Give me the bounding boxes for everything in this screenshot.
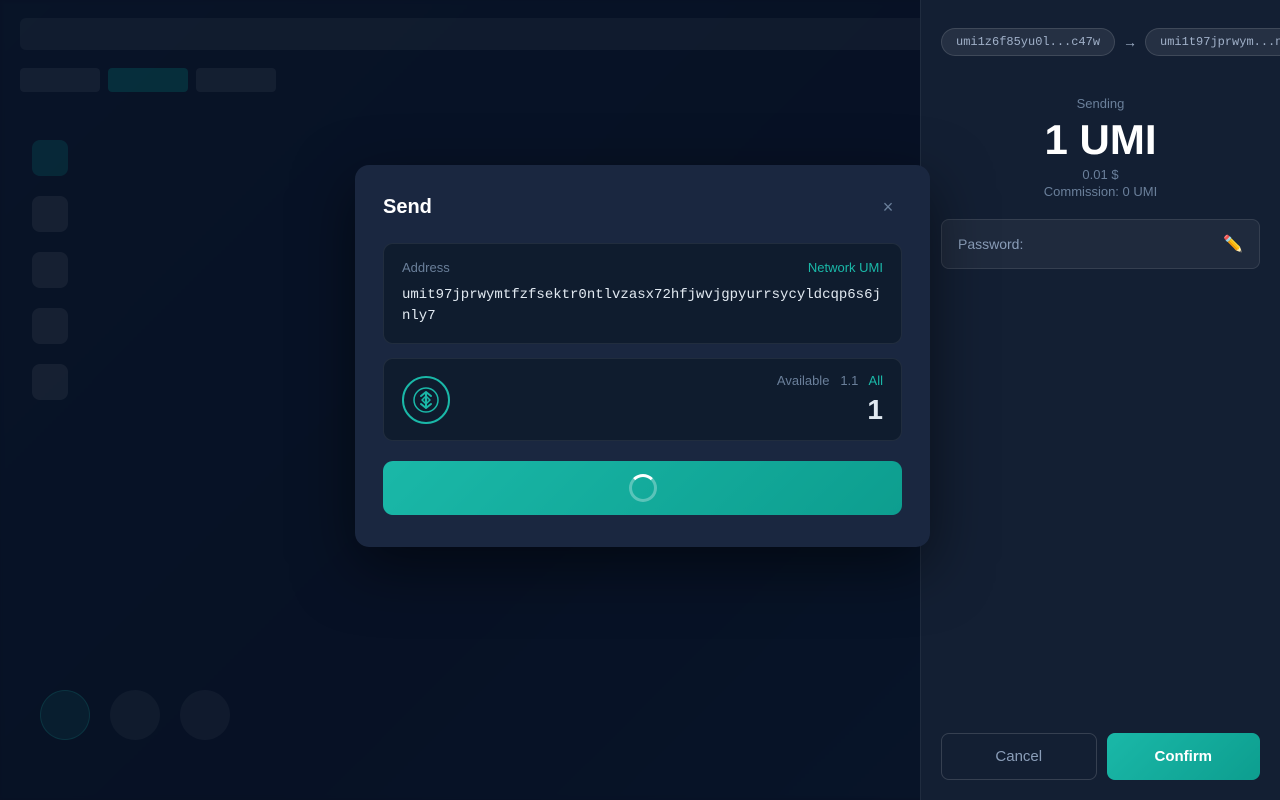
address-value: umit97jprwymtfzfsektr0ntlvzasx72hfjwvjgp…	[402, 285, 883, 327]
amount-value: 1	[464, 394, 883, 426]
bg-icon-1	[32, 140, 68, 176]
sending-amount: 1 UMI	[941, 117, 1260, 163]
bg-tab-1	[20, 68, 100, 92]
sending-label: Sending	[941, 96, 1260, 111]
available-all-button[interactable]: All	[869, 373, 883, 388]
bg-icon-2	[32, 196, 68, 232]
address-field-header: Address Network UMI	[402, 260, 883, 275]
action-buttons: Cancel Confirm	[921, 733, 1280, 800]
bg-left-panel	[20, 120, 80, 700]
bg-tab-3	[196, 68, 276, 92]
password-section: Password: ✏️	[921, 219, 1280, 289]
amount-right: Available 1.1 All 1	[464, 373, 883, 426]
bg-decorations	[40, 690, 230, 740]
available-amount: 1.1	[840, 373, 858, 388]
loading-spinner	[629, 474, 657, 502]
modal-header: Send ×	[383, 193, 902, 221]
close-button[interactable]: ×	[874, 193, 902, 221]
sending-usd: 0.01 $	[941, 167, 1260, 182]
address-field[interactable]: Address Network UMI umit97jprwymtfzfsekt…	[383, 243, 902, 344]
bg-icon-5	[32, 364, 68, 400]
bg-tab-2	[108, 68, 188, 92]
bg-icon-4	[32, 308, 68, 344]
submit-loading-button[interactable]	[383, 461, 902, 515]
right-panel-header: umi1z6f85yu0l...c47w → umi1t97jprwym...n…	[921, 0, 1280, 72]
from-address-chip: umi1z6f85yu0l...c47w	[941, 28, 1115, 56]
right-panel: umi1z6f85yu0l...c47w → umi1t97jprwym...n…	[920, 0, 1280, 800]
address-transfer-row: umi1z6f85yu0l...c47w → umi1t97jprwym...n…	[941, 28, 1260, 56]
transfer-arrow-icon: →	[1123, 34, 1137, 50]
eye-icon[interactable]: ✏️	[1223, 234, 1243, 254]
confirm-button[interactable]: Confirm	[1107, 733, 1261, 780]
bg-dot-2	[110, 690, 160, 740]
bg-icon-3	[32, 252, 68, 288]
password-label: Password:	[958, 236, 1215, 252]
available-row: Available 1.1 All	[464, 373, 883, 388]
to-address-chip: umi1t97jprwym...nly7	[1145, 28, 1280, 56]
send-modal: Send × Address Network UMI umit97jprwymt…	[355, 165, 930, 547]
bg-dot-1	[40, 690, 90, 740]
bg-tabs	[20, 68, 276, 92]
bg-dot-3	[180, 690, 230, 740]
modal-title: Send	[383, 196, 432, 219]
sending-section: Sending 1 UMI 0.01 $ Commission: 0 UMI	[921, 72, 1280, 219]
network-label: Network UMI	[808, 260, 883, 275]
token-icon	[402, 376, 450, 424]
cancel-button[interactable]: Cancel	[941, 733, 1097, 780]
amount-field[interactable]: Available 1.1 All 1	[383, 358, 902, 441]
available-label: Available	[777, 373, 830, 388]
sending-commission: Commission: 0 UMI	[941, 184, 1260, 199]
password-input-wrapper[interactable]: Password: ✏️	[941, 219, 1260, 269]
address-field-label: Address	[402, 260, 450, 275]
